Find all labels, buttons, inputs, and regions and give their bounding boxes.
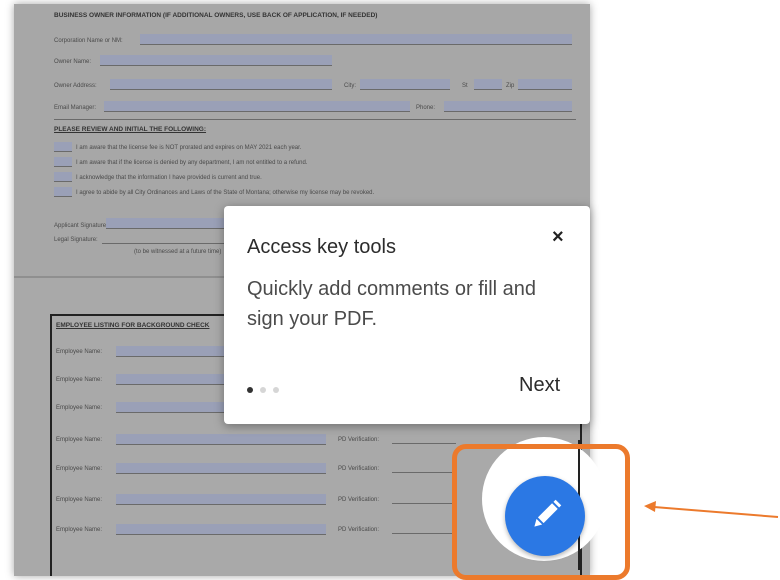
page-dot[interactable] (260, 387, 266, 393)
employee-name-label: Employee Name: (56, 527, 103, 533)
page-dot[interactable] (273, 387, 279, 393)
employee-name-field[interactable] (116, 494, 326, 505)
legal-signature-label: Legal Signature: (54, 237, 98, 243)
popup-title: Access key tools (247, 236, 396, 258)
employee-name-label: Employee Name: (56, 377, 103, 383)
pd-verification-label: PD Verification: (338, 437, 380, 443)
page-dot[interactable] (247, 387, 253, 393)
zip-field[interactable] (518, 79, 572, 90)
initial-box[interactable] (54, 142, 72, 152)
pd-verification-line[interactable] (392, 472, 456, 473)
employee-name-label: Employee Name: (56, 466, 103, 472)
review-item: I am aware that the license fee is NOT p… (76, 145, 302, 151)
corporation-name-field[interactable] (140, 34, 572, 45)
city-label: City: (344, 83, 356, 89)
field-label: Email Manager: (54, 105, 97, 111)
legal-signature-line (102, 243, 224, 244)
phone-label: Phone: (416, 105, 436, 111)
pd-verification-line[interactable] (392, 443, 456, 444)
close-icon[interactable]: × (552, 226, 564, 249)
next-button[interactable]: Next (519, 374, 560, 397)
employee-name-field[interactable] (116, 524, 326, 535)
review-heading: PLEASE REVIEW AND INITIAL THE FOLLOWING: (54, 126, 207, 133)
applicant-signature-label: Applicant Signature: (54, 223, 108, 229)
city-field[interactable] (360, 79, 450, 90)
pd-verification-line[interactable] (392, 503, 456, 504)
employee-name-label: Employee Name: (56, 437, 103, 443)
pd-verification-line[interactable] (392, 533, 456, 534)
section-heading: BUSINESS OWNER INFORMATION (IF ADDITIONA… (54, 12, 378, 19)
email-manager-field[interactable] (104, 101, 410, 112)
initial-box[interactable] (54, 172, 72, 182)
employee-name-label: Employee Name: (56, 497, 103, 503)
owner-address-field[interactable] (110, 79, 332, 90)
state-label: St (462, 83, 468, 89)
employee-name-field[interactable] (116, 374, 234, 385)
review-item: I acknowledge that the information I hav… (76, 175, 262, 181)
popup-body: Quickly add comments or fill and sign yo… (247, 278, 537, 330)
employee-name-field[interactable] (116, 346, 234, 357)
review-item: I am aware that if the license is denied… (76, 160, 308, 166)
review-item: I agree to abide by all City Ordinances … (76, 190, 375, 196)
initial-box[interactable] (54, 187, 72, 197)
phone-field[interactable] (444, 101, 572, 112)
highlight-box (452, 444, 630, 580)
employee-heading: EMPLOYEE LISTING FOR BACKGROUND CHECK (56, 322, 210, 329)
notary-note: (to be witnessed at a future time) (134, 249, 222, 255)
field-label: Corporation Name or NM: (54, 38, 123, 44)
employee-name-label: Employee Name: (56, 405, 103, 411)
field-label: Owner Address: (54, 83, 97, 89)
owner-name-field[interactable] (100, 55, 332, 66)
pointer-arrow (644, 501, 779, 518)
onboarding-popup: Access key tools × Quickly add comments … (224, 206, 590, 424)
employee-name-label: Employee Name: (56, 349, 103, 355)
pd-verification-label: PD Verification: (338, 466, 380, 472)
pd-verification-label: PD Verification: (338, 497, 380, 503)
initial-box[interactable] (54, 157, 72, 167)
employee-name-field[interactable] (116, 434, 326, 445)
field-label: Owner Name: (54, 59, 92, 65)
employee-name-field[interactable] (116, 463, 326, 474)
applicant-signature-field[interactable] (106, 218, 224, 229)
zip-label: Zip (506, 83, 515, 89)
pd-verification-label: PD Verification: (338, 527, 380, 533)
employee-name-field[interactable] (116, 402, 234, 413)
page-indicator (247, 380, 286, 398)
divider (54, 119, 576, 120)
state-field[interactable] (474, 79, 502, 90)
